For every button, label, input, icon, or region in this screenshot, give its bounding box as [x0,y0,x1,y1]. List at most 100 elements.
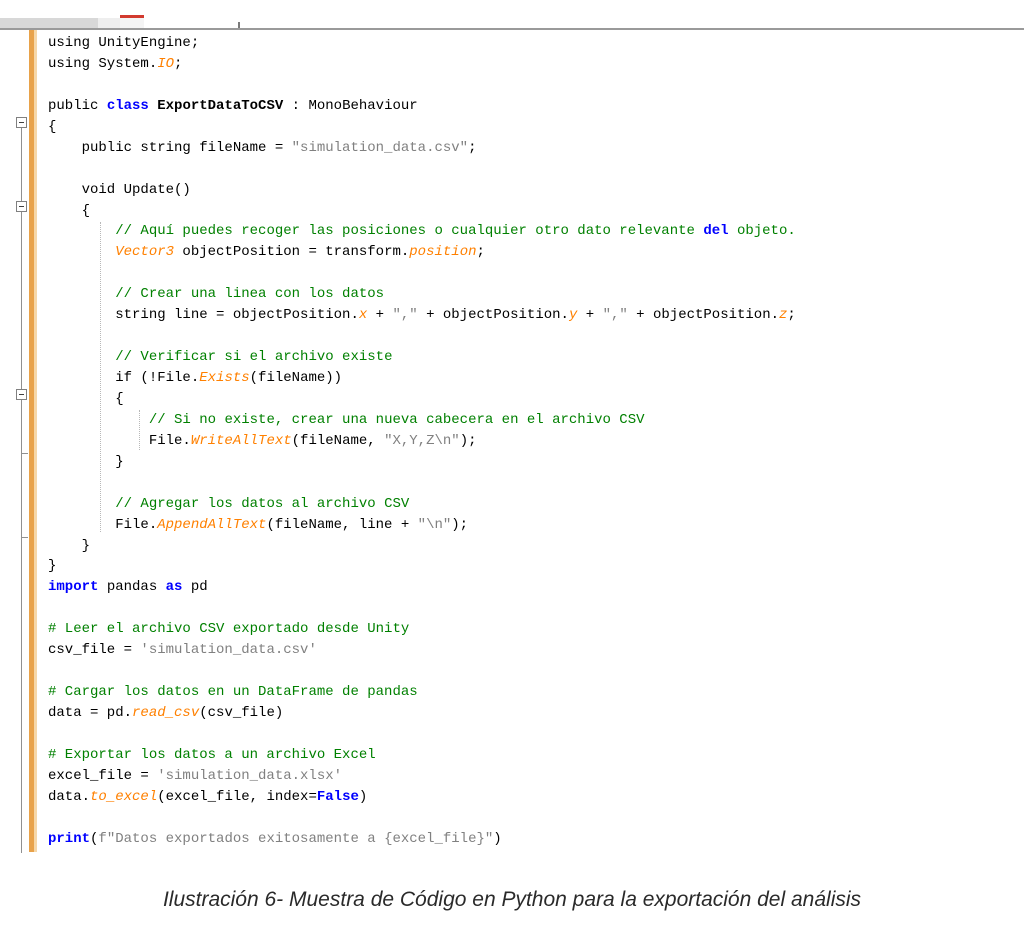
margin-highlight [34,30,37,852]
code-token: + [577,307,603,324]
tab-bar-divider [0,28,1024,30]
code-token: WriteAllText [190,432,292,449]
code-token: ExportDataToCSV [157,97,284,114]
code-token: False [316,788,359,805]
editor-tab[interactable] [0,18,98,28]
code-token: data. [48,788,91,805]
code-token: + objectPosition. [417,307,569,324]
code-token: } [48,537,91,554]
code-token: ) [493,830,502,847]
code-token: + [367,307,393,324]
code-line: # Cargar los datos en un DataFrame de pa… [48,682,796,703]
code-token: // Si no existe, crear una nueva cabecer… [148,411,645,428]
code-token: as [165,579,183,596]
code-token: IO [157,55,175,72]
code-token: Vector3 [115,244,175,261]
figure-caption: Ilustración 6- Muestra de Código en Pyth… [162,888,862,911]
code-editor[interactable]: using UnityEngine; using System.IO; public… [0,0,1024,853]
code-token: } [48,558,57,575]
code-line: using UnityEngine; [48,33,796,54]
code-token: (fileName)) [249,370,343,386]
code-token: csv_file = [48,642,141,659]
code-line: { [48,201,796,222]
code-token: ); [459,432,477,449]
code-token: if (!File. [48,370,200,386]
fold-end-marker [21,453,28,454]
editor-tab-active[interactable] [120,15,144,28]
code-token: objectPosition = transform. [174,244,410,261]
code-token: public [48,97,107,114]
code-token: data = pd. [48,705,133,721]
code-line: public class ExportDataToCSV : MonoBehav… [48,96,796,117]
code-line: public string fileName = "simulation_dat… [48,138,796,159]
code-token: // Aquí puedes recoger las posiciones o … [115,223,704,240]
code-text[interactable]: using UnityEngine; using System.IO; public… [48,33,796,850]
code-line: string line = objectPosition.x + "," + o… [48,305,796,326]
code-line: void Update() [48,180,796,201]
code-token: ; [174,55,183,72]
fold-toggle-icon[interactable] [16,389,27,400]
code-token: 'simulation_data.xlsx' [157,767,343,784]
code-line: { [48,389,796,410]
code-token: (excel_file, index= [157,788,317,805]
code-line: { [48,117,796,138]
code-token: // Crear una linea con los datos [115,286,385,303]
code-token: ; [787,307,796,324]
code-line: import pandas as pd [48,577,796,598]
code-token: (fileName, [291,432,385,449]
code-line: csv_file = 'simulation_data.csv' [48,640,796,661]
code-line: } [48,452,796,473]
code-token: position [409,244,477,261]
fold-line [21,128,22,853]
code-token: File. [48,432,191,449]
code-token: public string fileName = [48,139,292,156]
code-token: 'simulation_data.csv' [140,642,317,659]
code-token: { [48,390,124,407]
code-line: data.to_excel(excel_file, index=False) [48,787,796,808]
code-token: AppendAllText [157,516,267,533]
code-token: # Cargar los datos en un DataFrame de pa… [48,684,418,701]
code-token: del [703,223,729,240]
code-token: print [48,830,91,847]
code-token: string line = objectPosition. [48,307,359,324]
code-token: using System. [48,55,158,72]
code-line: File.WriteAllText(fileName, "X,Y,Z\n"); [48,431,796,452]
code-token: "," [602,307,628,324]
fold-toggle-icon[interactable] [16,117,27,128]
code-token: ; [476,244,485,261]
code-token: void Update() [48,181,191,198]
code-line: // Si no existe, crear una nueva cabecer… [48,410,796,431]
code-token: f"Datos exportados exitosamente a {excel… [98,830,494,847]
code-line: # Exportar los datos a un archivo Excel [48,745,796,766]
code-token: + objectPosition. [627,307,780,324]
code-line: // Aquí puedes recoger las posiciones o … [48,221,796,242]
code-token: } [48,453,124,470]
code-token: : MonoBehaviour [283,97,418,114]
editor-tab-bar [0,0,1024,30]
code-token: (csv_file) [199,705,284,721]
code-token: pandas [98,579,166,596]
code-token: ) [358,788,368,805]
editor-tab[interactable] [98,18,120,28]
code-line: excel_file = 'simulation_data.xlsx' [48,766,796,787]
code-token: "\n" [417,516,452,533]
fold-end-marker [21,537,28,538]
code-line: print(f"Datos exportados exitosamente a … [48,829,796,850]
fold-toggle-icon[interactable] [16,201,27,212]
code-line: // Verificar si el archivo existe [48,347,796,368]
code-line: using System.IO; [48,54,796,75]
code-line: File.AppendAllText(fileName, line + "\n"… [48,515,796,536]
code-token: "simulation_data.csv" [291,139,469,156]
code-token: # Exportar los datos a un archivo Excel [48,746,376,763]
code-token: excel_file = [48,767,158,784]
